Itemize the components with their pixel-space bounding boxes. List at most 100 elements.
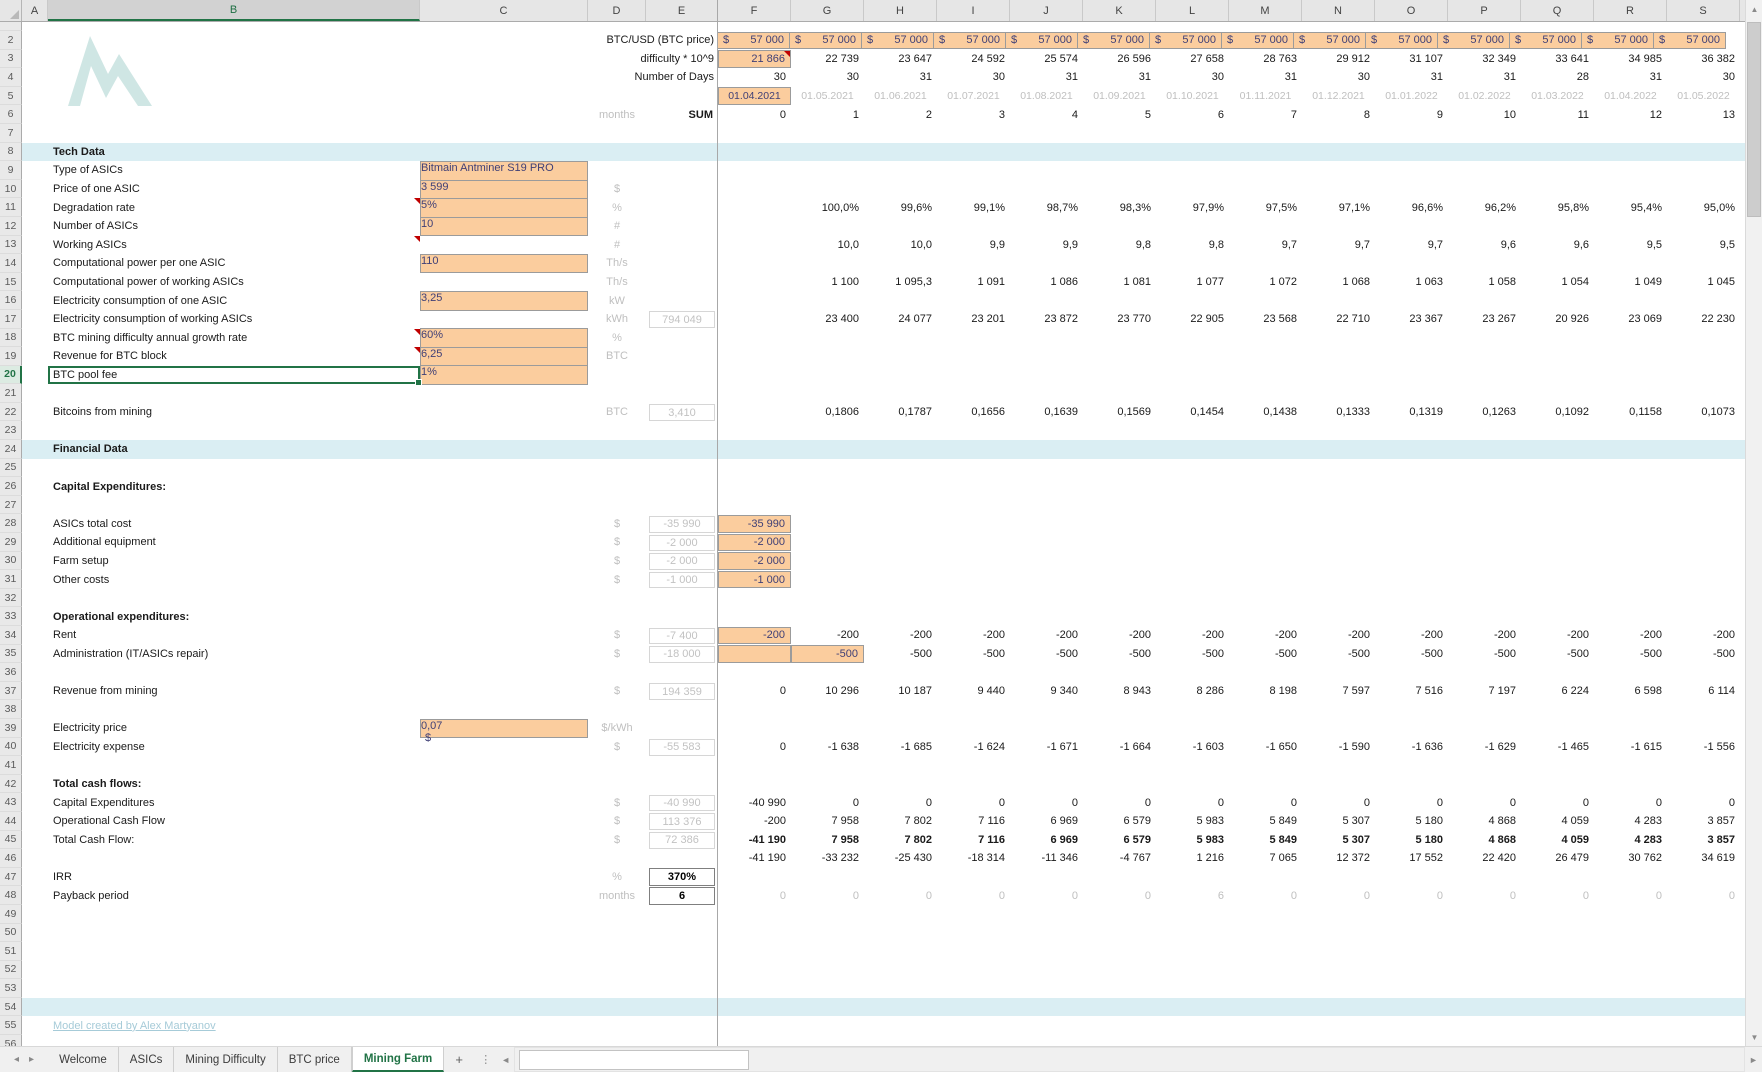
cell-a[interactable] <box>22 50 48 69</box>
row-number[interactable]: 38 <box>0 700 22 719</box>
cell-e[interactable]: -18 000 <box>646 645 718 664</box>
cell-b-label[interactable]: Computational power per one ASIC <box>48 254 420 273</box>
unit-cell[interactable]: months <box>588 105 646 124</box>
unit-cell[interactable]: $ <box>588 645 646 664</box>
grid-cell[interactable]: -18 314 <box>937 849 1010 868</box>
cell-b-label[interactable]: Electricity consumption of working ASICs <box>48 310 420 329</box>
unit-cell[interactable]: Th/s <box>588 254 646 273</box>
select-all-corner[interactable] <box>0 0 22 21</box>
grid-cell[interactable]: 0,1438 <box>1229 403 1302 422</box>
grid-cell[interactable] <box>1521 570 1594 589</box>
grid-cell[interactable]: 17 552 <box>1375 849 1448 868</box>
cell-a[interactable] <box>22 440 48 459</box>
grid-cell[interactable]: 01.06.2021 <box>864 87 937 106</box>
unit-cell[interactable]: $ <box>588 570 646 589</box>
grid-cell[interactable]: 01.08.2021 <box>1010 87 1083 106</box>
cell-c[interactable] <box>420 645 588 664</box>
grid-cell[interactable]: -200 <box>791 626 864 645</box>
tab-asics[interactable]: ASICs <box>119 1047 175 1072</box>
grid-cell[interactable]: 95,8% <box>1521 198 1594 217</box>
grid-cell[interactable]: $57 000 <box>1005 31 1078 50</box>
grid-cell[interactable]: 9,5 <box>1667 236 1740 255</box>
row-number[interactable]: 20 <box>0 365 22 385</box>
grid-cell[interactable]: 98,3% <box>1083 198 1156 217</box>
grid-cell[interactable]: 0 <box>937 886 1010 905</box>
cell-e[interactable] <box>646 979 718 998</box>
cell-a[interactable] <box>22 793 48 812</box>
unit-cell[interactable]: $/kWh <box>588 719 646 738</box>
grid-cell[interactable]: 01.09.2021 <box>1083 87 1156 106</box>
cell-b-label[interactable] <box>48 663 420 682</box>
grid-cell[interactable] <box>1302 552 1375 571</box>
cell-c[interactable]: 3,25 <box>420 291 588 311</box>
cell-c[interactable] <box>420 663 588 682</box>
tab-mining-farm[interactable]: Mining Farm <box>351 1047 445 1072</box>
grid-cell[interactable]: 0 <box>791 886 864 905</box>
cell-e[interactable] <box>646 180 718 199</box>
vertical-scrollbar[interactable]: ▲ ▼ <box>1745 0 1762 1046</box>
grid-cell[interactable]: 0,1319 <box>1375 403 1448 422</box>
grid-cell[interactable] <box>1010 552 1083 571</box>
grid-cell[interactable] <box>1594 514 1667 533</box>
grid-cell[interactable]: 25 574 <box>1010 50 1083 69</box>
grid-cell[interactable]: -1 636 <box>1375 738 1448 757</box>
cell-e[interactable] <box>646 849 718 868</box>
row-number[interactable]: 33 <box>0 607 22 626</box>
unit-cell[interactable]: $ <box>588 831 646 850</box>
row-number[interactable]: 40 <box>0 737 22 757</box>
row-number[interactable]: 22 <box>0 402 22 422</box>
grid-cell[interactable]: 96,2% <box>1448 198 1521 217</box>
grid-cell[interactable]: 26 596 <box>1083 50 1156 69</box>
input-cell[interactable]: 3,25 <box>420 291 588 311</box>
grid-cell[interactable]: 98,7% <box>1010 198 1083 217</box>
cell-b-label[interactable] <box>48 124 420 143</box>
cell-a[interactable] <box>22 236 48 255</box>
cell-c[interactable] <box>420 607 588 626</box>
grid-cell[interactable]: $57 000 <box>1149 31 1222 50</box>
grid-cell[interactable] <box>1521 514 1594 533</box>
cell-b-label[interactable] <box>48 421 420 440</box>
grid-cell[interactable]: 7 516 <box>1375 682 1448 701</box>
unit-cell[interactable]: months <box>588 886 646 905</box>
grid-cell[interactable]: -1 590 <box>1302 738 1375 757</box>
cell-c[interactable]: 3 599 <box>420 179 588 200</box>
cell-c[interactable] <box>420 124 588 143</box>
cell-e[interactable] <box>646 440 718 459</box>
grid-cell[interactable]: 0 <box>1010 886 1083 905</box>
grid-cell[interactable]: 1 058 <box>1448 273 1521 292</box>
row-number[interactable]: 47 <box>0 867 22 887</box>
grid-cell[interactable]: 0,1454 <box>1156 403 1229 422</box>
grid-cell[interactable]: 7 065 <box>1229 849 1302 868</box>
grid-cell[interactable]: 31 <box>1375 68 1448 87</box>
unit-cell[interactable] <box>588 384 646 403</box>
grid-cell[interactable] <box>937 552 1010 571</box>
cell-b-label[interactable] <box>48 979 420 998</box>
cell-b-label[interactable] <box>48 1035 420 1046</box>
grid-cell[interactable]: 10,0 <box>864 236 937 255</box>
grid-cell[interactable] <box>1229 570 1302 589</box>
grid-cell[interactable]: 9,9 <box>937 236 1010 255</box>
cell-b-label[interactable] <box>48 756 420 775</box>
grid-cell[interactable] <box>1375 570 1448 589</box>
grid-cell[interactable]: 8 943 <box>1083 682 1156 701</box>
grid-cell[interactable]: -2 000 <box>718 552 791 570</box>
grid-cell[interactable] <box>1594 570 1667 589</box>
cell-a[interactable] <box>22 68 48 87</box>
grid-cell[interactable]: 96,6% <box>1375 198 1448 217</box>
grid-cell[interactable]: 30 <box>1667 68 1740 87</box>
scroll-left-icon[interactable]: ◄ <box>497 1047 515 1072</box>
unit-cell[interactable] <box>588 663 646 682</box>
grid-cell[interactable] <box>1521 533 1594 552</box>
grid-cell[interactable]: 01.07.2021 <box>937 87 1010 106</box>
cell-d[interactable] <box>588 1016 646 1035</box>
grid-cell[interactable]: 6 579 <box>1083 831 1156 850</box>
grid-cell[interactable]: -500 <box>1667 645 1740 664</box>
grid-cell[interactable]: $57 000 <box>1221 31 1294 50</box>
grid-cell[interactable]: 6 969 <box>1010 812 1083 831</box>
row-number[interactable]: 55 <box>0 1016 22 1036</box>
grid-cell[interactable]: 95,4% <box>1594 198 1667 217</box>
grid-cell[interactable]: -2 000 <box>718 533 791 552</box>
cell-e[interactable] <box>646 254 718 273</box>
cell-e[interactable]: 6 <box>646 886 718 905</box>
grid-cell[interactable]: -25 430 <box>864 849 937 868</box>
